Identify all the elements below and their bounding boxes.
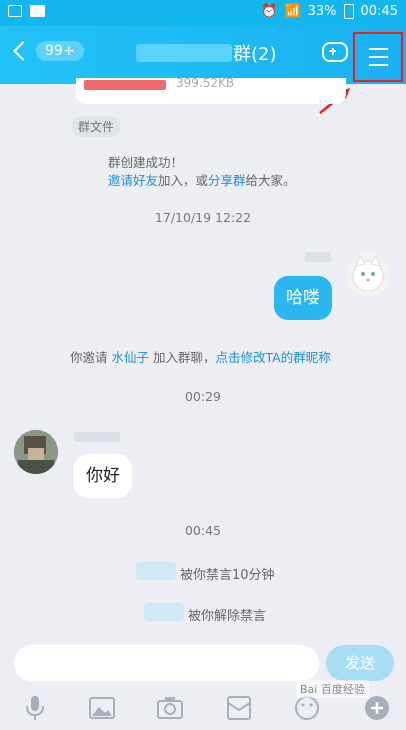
file-size: 399.52KB [176, 76, 235, 90]
unread-badge: 99+ [36, 41, 84, 61]
invite-friends-link[interactable]: 邀请好友 [108, 173, 158, 188]
image-icon[interactable] [87, 694, 117, 722]
camera-icon[interactable] [155, 694, 185, 722]
muted-notice: 被你禁言10分钟 [180, 568, 275, 583]
hamburger-line [369, 64, 388, 66]
unmuted-member-redacted [144, 603, 184, 621]
watermark: Bai 百度经验 [296, 680, 369, 698]
wifi-icon: 📶 [284, 4, 301, 19]
chevron-left-icon [13, 41, 33, 61]
hamburger-icon [369, 48, 388, 50]
emoji-icon[interactable] [292, 694, 322, 722]
battery-icon [343, 4, 354, 19]
unmuted-notice: 被你解除禁言 [188, 609, 267, 624]
muted-member-redacted [136, 562, 176, 580]
group-title: 群(2) [233, 44, 277, 65]
modify-nickname-link[interactable]: 点击修改TA的群昵称 [216, 350, 331, 365]
invite-text: 加入，或 [158, 173, 209, 188]
member-avatar[interactable] [14, 430, 58, 474]
menu-button[interactable] [353, 32, 403, 82]
message-input[interactable] [14, 645, 319, 681]
invite-mid: 加入群聊， [153, 350, 216, 365]
invite-prefix: 你邀请 [70, 350, 108, 365]
member-name-redacted [74, 432, 120, 442]
timestamp: 00:29 [184, 389, 222, 404]
group-created-notice: 群创建成功！ [108, 155, 184, 170]
folder-notification-icon [30, 5, 45, 17]
gallery-notification-icon [8, 5, 22, 17]
timestamp: 00:45 [184, 523, 222, 538]
red-packet-icon[interactable] [224, 694, 254, 722]
cat-avatar-icon [352, 254, 384, 292]
timestamp: 17/10/19 12:22 [154, 210, 252, 225]
blurred-avatar-icon [14, 430, 58, 474]
group-file-tag[interactable]: 群文件 [72, 116, 121, 137]
member-message-bubble[interactable]: 你好 [74, 454, 132, 498]
battery-percent: 33% [307, 4, 337, 19]
plus-icon[interactable] [362, 694, 392, 722]
microphone-icon[interactable] [20, 694, 50, 722]
invite-notice: 邀请好友加入，或分享群给大家。 [108, 170, 296, 189]
status-bar: ⏰ 📶 33% 00:45 [0, 0, 406, 26]
invite-member-notice: 你邀请 水仙子 加入群聊，点击修改TA的群昵称 [70, 347, 331, 366]
hamburger-line [369, 56, 388, 58]
invitee-name-link[interactable]: 水仙子 [112, 350, 150, 365]
my-message-bubble[interactable]: 哈喽 [274, 276, 332, 320]
share-group-link[interactable]: 分享群 [208, 173, 246, 188]
group-name-redacted [136, 44, 232, 62]
file-progress-bar [84, 80, 166, 90]
invite-end-text: 给大家。 [245, 173, 296, 188]
alarm-icon: ⏰ [261, 4, 278, 19]
file-card[interactable]: 399.52KB [76, 76, 346, 104]
send-button[interactable]: 发送 [326, 645, 394, 681]
my-avatar[interactable] [346, 252, 390, 296]
back-button[interactable]: 99+ [13, 41, 84, 61]
gamepad-icon[interactable] [322, 42, 348, 62]
my-name-redacted [305, 252, 331, 262]
clock: 00:45 [360, 4, 398, 19]
